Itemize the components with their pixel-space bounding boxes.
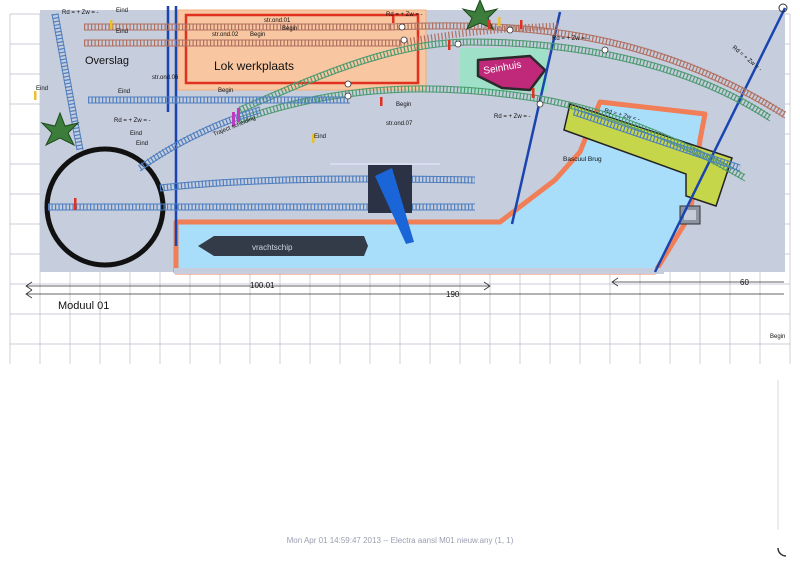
rdzw-label-2: Rd = + Zw = -	[386, 12, 423, 18]
dimension-60: 60	[740, 278, 749, 287]
track-layout-diagram: Lok werkplaats Seinhuis Bascuul Brug vra…	[9, 0, 791, 557]
str-ond-06-label: str.ond.06	[152, 75, 179, 81]
str-ond-01-label: str.ond.01	[264, 18, 291, 24]
water-gap-cover	[174, 268, 664, 274]
rdzw-label-5: Rd = + Zw = -	[552, 36, 589, 42]
dimension-190: 190	[446, 290, 460, 299]
begin-label: Begin	[218, 88, 233, 94]
print-footer: Mon Apr 01 14:59:47 2013 -- Electra aans…	[286, 536, 514, 545]
corner-mark-icon	[777, 547, 787, 557]
eind-label: Eind	[118, 89, 130, 95]
str-ond-02-label: str.ond.02	[212, 32, 239, 38]
str-ond-07-label: str.ond.07	[386, 121, 413, 127]
moduul-label: Moduul 01	[58, 300, 109, 312]
begin-label: Begin	[282, 26, 297, 32]
rdzw-label-3: Rd = + Zw = -	[114, 118, 151, 124]
begin-label: Begin	[250, 32, 265, 38]
rdzw-label-1: Rd = + Zw = -	[62, 10, 99, 16]
dimension-100-01: 100.01	[250, 281, 275, 290]
eind-label: Eind	[116, 8, 128, 14]
eind-label: Eind	[130, 131, 142, 137]
eind-label: Eind	[36, 86, 48, 92]
begin-label: Begin	[396, 102, 411, 108]
eind-label: Eind	[314, 134, 326, 140]
vrachtschip-label: vrachtschip	[252, 243, 293, 252]
eind-label: Eind	[136, 141, 148, 147]
overslag-label: Overslag	[85, 55, 129, 67]
eind-label: Eind	[116, 29, 128, 35]
begin-label: Begin	[770, 334, 785, 340]
bascuul-brug-label: Bascuul Brug	[563, 156, 602, 163]
rdzw-label-4: Rd = + Zw = -	[494, 114, 531, 120]
lok-werkplaats-label: Lok werkplaats	[214, 59, 294, 73]
